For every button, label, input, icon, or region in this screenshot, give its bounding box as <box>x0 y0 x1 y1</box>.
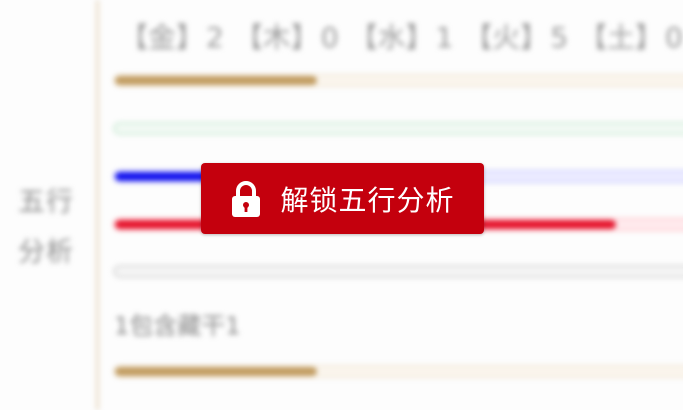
element-label: 【火】 <box>464 21 549 54</box>
lock-icon <box>230 180 262 218</box>
element-label: 【土】 <box>579 21 664 54</box>
gold-bar-fill <box>115 76 317 85</box>
bottom-gold-bar <box>113 365 683 378</box>
element-counts: 【金】2 【木】0 【水】1 【火】5 【土】0 <box>120 16 683 56</box>
element-label: 【金】 <box>120 21 205 54</box>
sidebar-label-line1: 五行 <box>18 187 74 218</box>
element-count: 0 <box>665 21 683 54</box>
hidden-stems-note: 1包含藏干1 <box>114 312 241 340</box>
element-count: 0 <box>320 21 339 54</box>
element-count: 5 <box>550 21 569 54</box>
sidebar: 五行 分析 <box>0 0 96 410</box>
column-divider <box>96 0 99 410</box>
gray-bar <box>113 265 683 278</box>
element-count: 2 <box>206 21 224 54</box>
bottom-gold-bar-fill <box>115 367 317 376</box>
element-label: 【水】 <box>349 21 434 54</box>
element-label: 【木】 <box>234 21 319 54</box>
element-count: 1 <box>435 21 454 54</box>
sidebar-label-line2: 分析 <box>18 237 74 268</box>
green-bar <box>113 122 683 135</box>
blue-bar-fill <box>115 172 213 181</box>
gold-bar <box>113 74 683 87</box>
unlock-button[interactable]: 解锁五行分析 <box>201 163 484 234</box>
unlock-button-label: 解锁五行分析 <box>280 183 455 217</box>
